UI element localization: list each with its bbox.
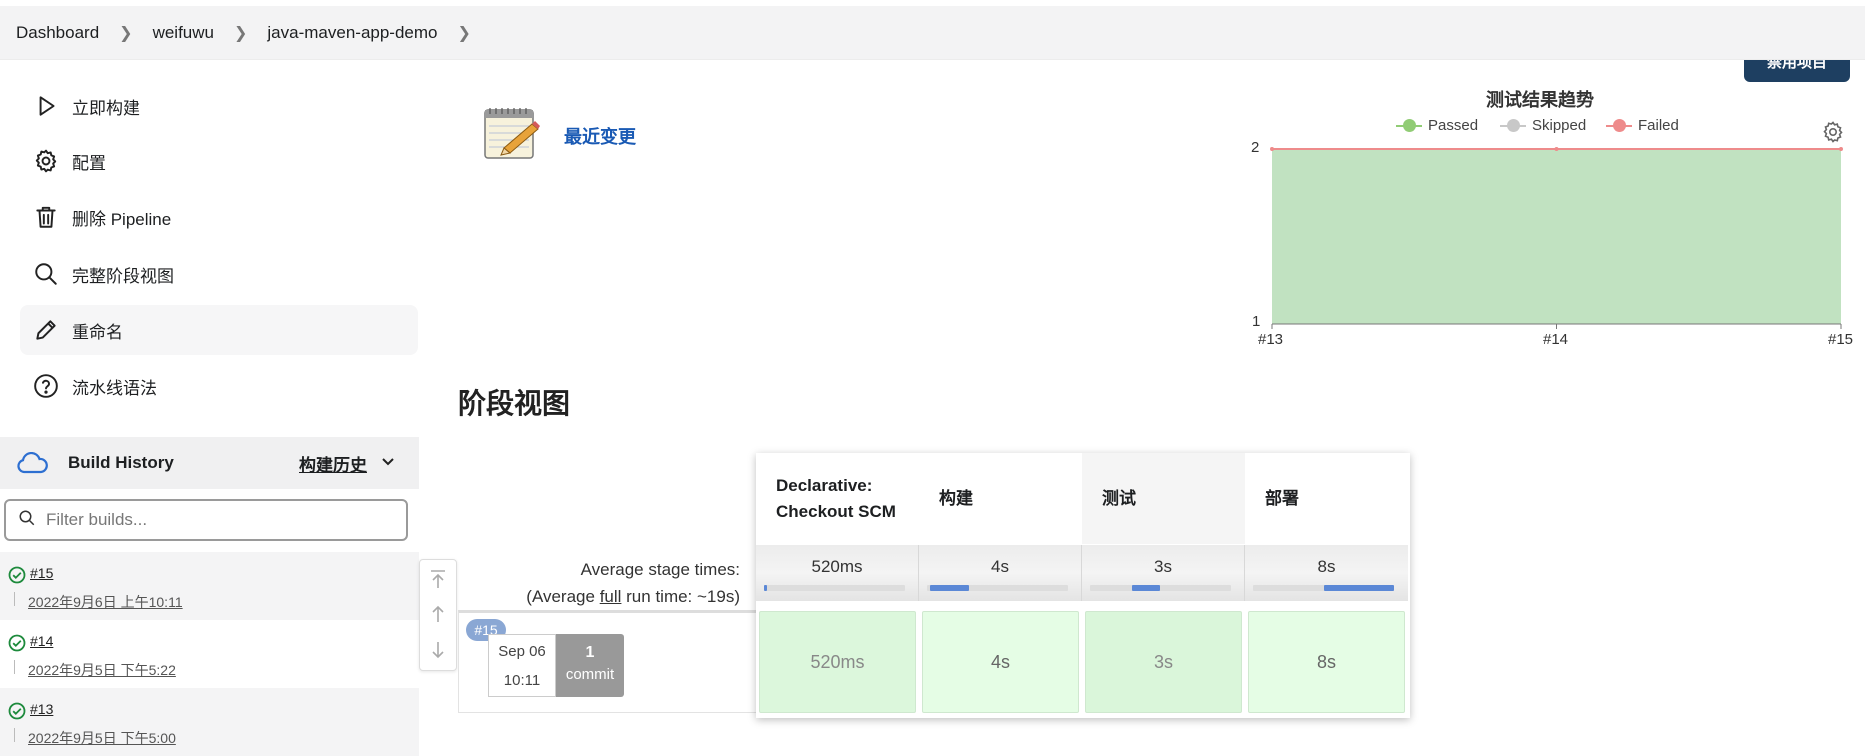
run-date-time: 10:11	[503, 672, 541, 689]
run-navigation	[419, 559, 457, 671]
run-date: Sep 06 10:11	[488, 634, 556, 697]
stage-progress-track	[927, 585, 1068, 591]
average-run-time-prefix: (Average	[526, 587, 600, 606]
stage-average: 8s	[1245, 545, 1408, 601]
x-tick-label: #13	[1258, 331, 1284, 348]
stage-cell-success[interactable]: 520ms	[759, 611, 916, 713]
stage-view-title: 阶段视图	[458, 388, 571, 419]
stage-progress-fill	[1132, 585, 1161, 591]
average-stage-times-label: Average stage times: (Average full run t…	[500, 556, 740, 610]
x-tick-label: #14	[1543, 331, 1569, 348]
stage-header: Declarative: Checkout SCM	[776, 475, 896, 521]
stage-progress-fill	[764, 585, 767, 591]
stage-progress-fill	[1323, 585, 1394, 591]
arrow-up-icon[interactable]	[429, 604, 447, 629]
commit-label: commit	[565, 666, 615, 683]
passed-area	[1272, 149, 1841, 324]
x-tick-label: #15	[1828, 331, 1854, 348]
average-run-time-line: (Average full run time: ~19s)	[500, 583, 740, 610]
full-run-time-link[interactable]: full	[600, 587, 622, 606]
data-point	[1270, 147, 1274, 151]
stage-header: 部署	[1265, 488, 1299, 508]
run-date-day: Sep 06	[498, 643, 546, 660]
commit-count: 1	[585, 644, 595, 661]
stage-progress-track	[1253, 585, 1394, 591]
data-point	[1839, 147, 1843, 151]
stage-cell-success[interactable]: 8s	[1248, 611, 1405, 713]
stage-progress-track	[764, 585, 905, 591]
stage-average-time: 4s	[991, 557, 1009, 576]
stage-progress-fill	[929, 585, 970, 591]
stage-header: 测试	[1082, 453, 1245, 544]
data-point	[1554, 147, 1559, 151]
stage-average: 3s	[1082, 545, 1245, 601]
stage-view-table: Declarative: Checkout SCM 构建 测试 部署 520ms…	[756, 453, 1410, 718]
stage-header: 构建	[939, 488, 973, 508]
scroll-top-icon[interactable]	[429, 568, 447, 595]
y-tick-label: 1	[1252, 313, 1261, 330]
stage-cell-success[interactable]: 4s	[922, 611, 1079, 713]
stage-average-time: 8s	[1317, 557, 1336, 576]
stage-average-time: 3s	[1154, 557, 1172, 576]
stage-average: 4s	[919, 545, 1082, 601]
average-stage-times-line: Average stage times:	[580, 560, 740, 579]
average-run-time-suffix: run time: ~19s)	[621, 587, 740, 606]
stage-cell-success[interactable]: 3s	[1085, 611, 1242, 713]
stage-average: 520ms	[756, 545, 919, 601]
commit-count-button[interactable]: 1 commit	[556, 634, 624, 697]
y-tick-label: 2	[1251, 139, 1260, 156]
stage-progress-track	[1090, 585, 1231, 591]
stage-average-time: 520ms	[811, 557, 863, 576]
arrow-down-icon[interactable]	[429, 640, 447, 665]
